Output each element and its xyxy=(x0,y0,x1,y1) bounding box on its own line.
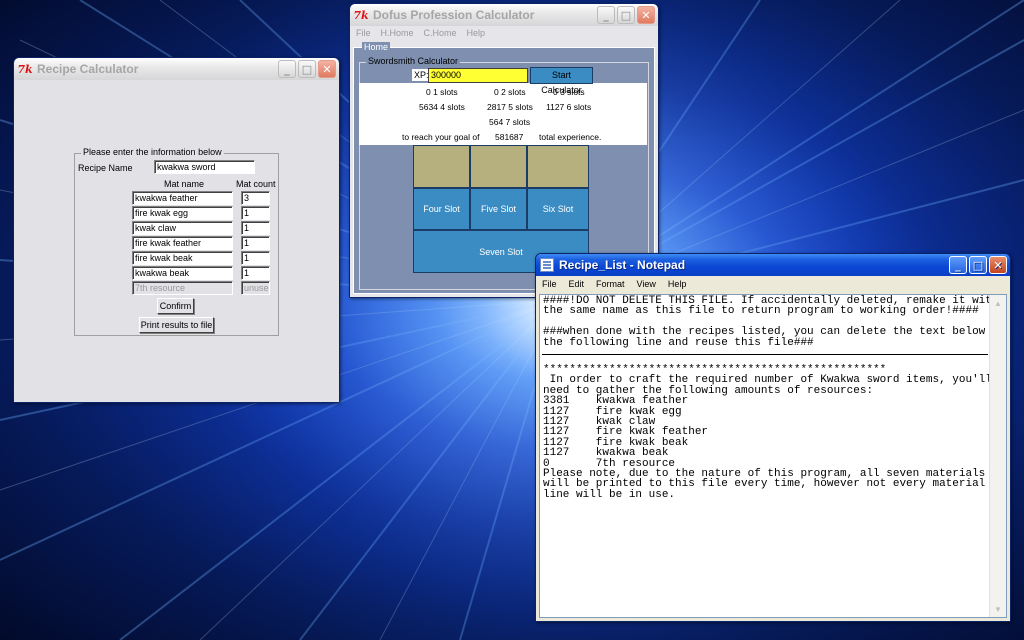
vertical-scrollbar[interactable]: ▲ ▼ xyxy=(989,295,1006,617)
recipe-calculator-titlebar[interactable]: 7k Recipe Calculator _ □ ✕ xyxy=(14,58,339,80)
notepad-text-area[interactable]: ####!DO NOT DELETE THIS FILE. If acciden… xyxy=(539,294,1007,618)
four-slot-button[interactable]: Four Slot xyxy=(413,188,470,230)
scroll-up-icon[interactable]: ▲ xyxy=(990,295,1006,311)
one-slot-button xyxy=(413,145,470,188)
mat-name-input-1[interactable]: kwakwa feather xyxy=(132,191,233,205)
home-label: Home xyxy=(362,42,391,52)
mat-name-header: Mat name xyxy=(164,179,205,189)
mat-count-header: Mat count xyxy=(236,179,276,189)
window-title: Recipe Calculator xyxy=(37,62,139,76)
notepad-body-text: ****************************************… xyxy=(543,364,992,501)
notepad-header-text: ####!DO NOT DELETE THIS FILE. If acciden… xyxy=(543,295,999,349)
recipe-calculator-body: Please enter the information below Recip… xyxy=(14,80,339,402)
stat-4-slots: 5634 4 slots xyxy=(419,102,465,112)
notepad-icon xyxy=(540,258,554,272)
mat-name-input-4[interactable]: fire kwak feather xyxy=(132,236,233,250)
mat-count-input-2[interactable]: 1 xyxy=(241,206,270,220)
stat-1-slots: 0 1 slots xyxy=(426,87,458,97)
maximize-button[interactable]: □ xyxy=(969,256,987,274)
mat-name-input-3[interactable]: kwak claw xyxy=(132,221,233,235)
confirm-button[interactable]: Confirm xyxy=(157,298,194,314)
goal-suffix: total experience. xyxy=(539,132,602,142)
recipe-name-label: Recipe Name xyxy=(78,163,133,173)
menu-help[interactable]: Help xyxy=(668,279,687,291)
menu-edit[interactable]: Edit xyxy=(569,279,585,291)
recipe-calculator-window: 7k Recipe Calculator _ □ ✕ Please enter … xyxy=(13,57,340,403)
mat-name-input-7: 7th resource xyxy=(132,281,233,295)
recipe-name-input[interactable]: kwakwa sword xyxy=(154,160,255,174)
dofus-calculator-titlebar[interactable]: 7k Dofus Profession Calculator _ □ ✕ xyxy=(350,4,658,26)
mat-count-input-4[interactable]: 1 xyxy=(241,236,270,250)
goal-value: 581687 xyxy=(495,132,524,142)
close-button[interactable]: ✕ xyxy=(637,6,655,24)
stat-2-slots: 0 2 slots xyxy=(494,87,526,97)
maximize-button[interactable]: □ xyxy=(617,6,635,24)
stat-7-slots: 564 7 slots xyxy=(489,117,531,127)
mat-count-input-1[interactable]: 3 xyxy=(241,191,270,205)
scroll-down-icon[interactable]: ▼ xyxy=(990,601,1006,617)
menu-c-home[interactable]: C.Home xyxy=(424,28,457,40)
mat-name-input-6[interactable]: kwakwa beak xyxy=(132,266,233,280)
print-results-button[interactable]: Print results to file xyxy=(139,317,214,333)
mat-name-input-2[interactable]: fire kwak egg xyxy=(132,206,233,220)
menu-h-home[interactable]: H.Home xyxy=(381,28,414,40)
notepad-body: File Edit Format View Help ####!DO NOT D… xyxy=(536,276,1010,621)
five-slot-button[interactable]: Five Slot xyxy=(470,188,527,230)
tk-app-icon: 7k xyxy=(353,8,369,22)
group-label: Please enter the information below xyxy=(81,147,224,157)
menu-file[interactable]: File xyxy=(542,279,557,291)
xp-input[interactable]: 300000 xyxy=(428,68,528,83)
close-button[interactable]: ✕ xyxy=(318,60,336,78)
stat-6-slots: 1127 6 slots xyxy=(546,102,592,112)
stat-5-slots: 2817 5 slots xyxy=(487,102,533,112)
menu-bar: File Edit Format View Help xyxy=(536,276,1010,294)
six-slot-button[interactable]: Six Slot xyxy=(527,188,589,230)
stat-3-slots: 0 3 slots xyxy=(553,87,585,97)
minimize-button[interactable]: _ xyxy=(597,6,615,24)
two-slot-button xyxy=(470,145,527,188)
menu-view[interactable]: View xyxy=(637,279,656,291)
menu-bar: File H.Home C.Home Help xyxy=(350,26,658,42)
menu-help[interactable]: Help xyxy=(467,28,486,40)
goal-prefix: to reach your goal of xyxy=(402,132,480,142)
start-calculator-button[interactable]: Start Calculator xyxy=(530,67,593,95)
mat-count-input-5[interactable]: 1 xyxy=(241,251,270,265)
menu-file[interactable]: File xyxy=(356,28,371,40)
swordsmith-label: Swordsmith Calculator xyxy=(366,56,461,66)
tk-app-icon: 7k xyxy=(17,62,33,76)
maximize-button[interactable]: □ xyxy=(298,60,316,78)
window-title: Recipe_List - Notepad xyxy=(559,258,686,272)
mat-count-input-3[interactable]: 1 xyxy=(241,221,270,235)
separator-line xyxy=(542,354,988,355)
notepad-window: Recipe_List - Notepad _ □ ✕ File Edit Fo… xyxy=(535,253,1011,622)
three-slot-button xyxy=(527,145,589,188)
menu-format[interactable]: Format xyxy=(596,279,625,291)
mat-count-input-6[interactable]: 1 xyxy=(241,266,270,280)
close-button[interactable]: ✕ xyxy=(989,256,1007,274)
notepad-titlebar[interactable]: Recipe_List - Notepad _ □ ✕ xyxy=(536,254,1010,276)
window-title: Dofus Profession Calculator xyxy=(373,8,535,22)
mat-name-input-5[interactable]: fire kwak beak xyxy=(132,251,233,265)
mat-count-input-7: unused xyxy=(241,281,270,295)
minimize-button[interactable]: _ xyxy=(949,256,967,274)
minimize-button[interactable]: _ xyxy=(278,60,296,78)
